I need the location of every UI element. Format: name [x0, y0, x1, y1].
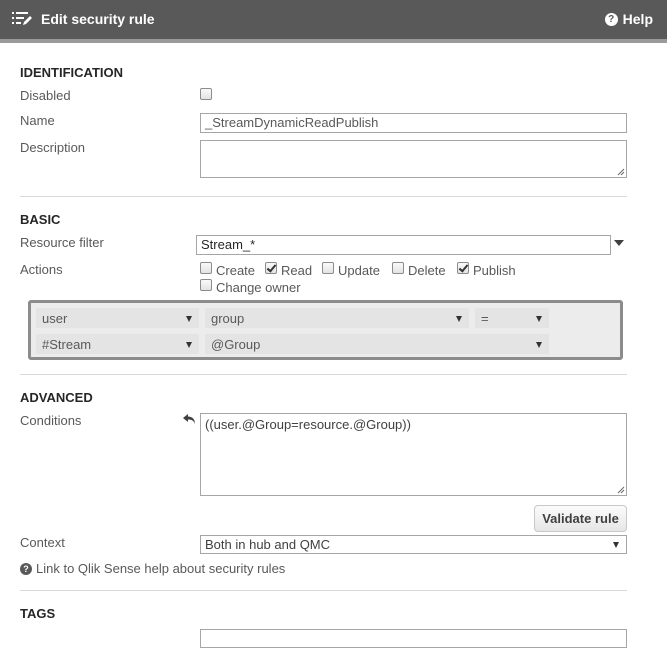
builder-operator-value: =	[481, 311, 489, 326]
chevron-down-icon	[186, 342, 192, 348]
title-bar: Edit security rule ? Help	[0, 0, 667, 39]
change-owner-label: Change owner	[216, 280, 301, 295]
edit-rule-icon	[12, 12, 32, 25]
separator	[20, 374, 627, 375]
description-label: Description	[20, 140, 86, 155]
publish-checkbox[interactable]	[457, 262, 469, 274]
conditions-textarea[interactable]: ((user.@Group=resource.@Group))	[200, 413, 627, 496]
name-input[interactable]: _StreamDynamicReadPublish	[200, 113, 627, 133]
builder-subject-select[interactable]: user	[36, 308, 199, 328]
resource-filter-input[interactable]: Stream_*	[196, 235, 611, 255]
title-bar-divider	[0, 39, 667, 43]
resize-grip-icon[interactable]	[617, 486, 625, 494]
undo-icon[interactable]	[183, 414, 197, 425]
change-owner-checkbox[interactable]	[200, 279, 212, 291]
builder-value-value: @Group	[211, 337, 261, 352]
name-label: Name	[20, 113, 55, 128]
context-value: Both in hub and QMC	[205, 537, 331, 552]
help-label: Help	[622, 11, 653, 27]
basic-title: BASIC	[20, 212, 61, 227]
tags-input[interactable]	[200, 629, 627, 648]
chevron-down-icon	[536, 316, 542, 322]
separator	[20, 590, 627, 591]
publish-label: Publish	[473, 263, 516, 278]
resource-filter-label: Resource filter	[20, 235, 104, 250]
update-label: Update	[338, 263, 380, 278]
identification-title: IDENTIFICATION	[20, 65, 124, 80]
help-button[interactable]: ? Help	[604, 11, 653, 27]
security-rules-help-link[interactable]: ? Link to Qlik Sense help about security…	[20, 561, 285, 576]
builder-resource-value: #Stream	[42, 337, 92, 352]
context-label: Context	[20, 535, 65, 550]
create-checkbox[interactable]	[200, 262, 212, 274]
delete-checkbox[interactable]	[392, 262, 404, 274]
chevron-down-icon	[186, 316, 192, 322]
builder-attribute-value: group	[211, 311, 245, 326]
builder-subject-value: user	[42, 311, 68, 326]
read-checkbox[interactable]	[265, 262, 277, 274]
question-icon: ?	[20, 562, 32, 575]
description-textarea[interactable]	[200, 140, 627, 178]
builder-resource-select[interactable]: #Stream	[36, 334, 199, 354]
context-select[interactable]: Both in hub and QMC	[200, 535, 627, 554]
read-label: Read	[281, 263, 313, 278]
actions-label: Actions	[20, 262, 63, 277]
validate-rule-button[interactable]: Validate rule	[534, 505, 627, 532]
dialog-title: Edit security rule	[41, 11, 155, 27]
update-checkbox[interactable]	[322, 262, 334, 274]
builder-operator-select[interactable]: =	[475, 308, 549, 328]
builder-attribute-select[interactable]: group	[205, 308, 469, 328]
help-icon: ?	[604, 12, 618, 26]
advanced-title: ADVANCED	[20, 390, 93, 405]
tags-title: TAGS	[20, 606, 56, 621]
create-label: Create	[216, 263, 256, 278]
separator	[20, 196, 627, 197]
chevron-down-icon	[613, 542, 619, 548]
disabled-label: Disabled	[20, 88, 71, 103]
rule-builder: user group = #Stream @Group	[28, 300, 623, 360]
delete-label: Delete	[408, 263, 446, 278]
chevron-down-icon	[536, 342, 542, 348]
conditions-label: Conditions	[20, 413, 82, 428]
resize-grip-icon[interactable]	[617, 168, 625, 176]
resource-filter-dropdown-icon[interactable]	[614, 240, 624, 246]
help-link-text: Link to Qlik Sense help about security r…	[36, 561, 286, 576]
chevron-down-icon	[456, 316, 462, 322]
builder-value-select[interactable]: @Group	[205, 334, 549, 354]
disabled-checkbox[interactable]	[200, 88, 212, 100]
